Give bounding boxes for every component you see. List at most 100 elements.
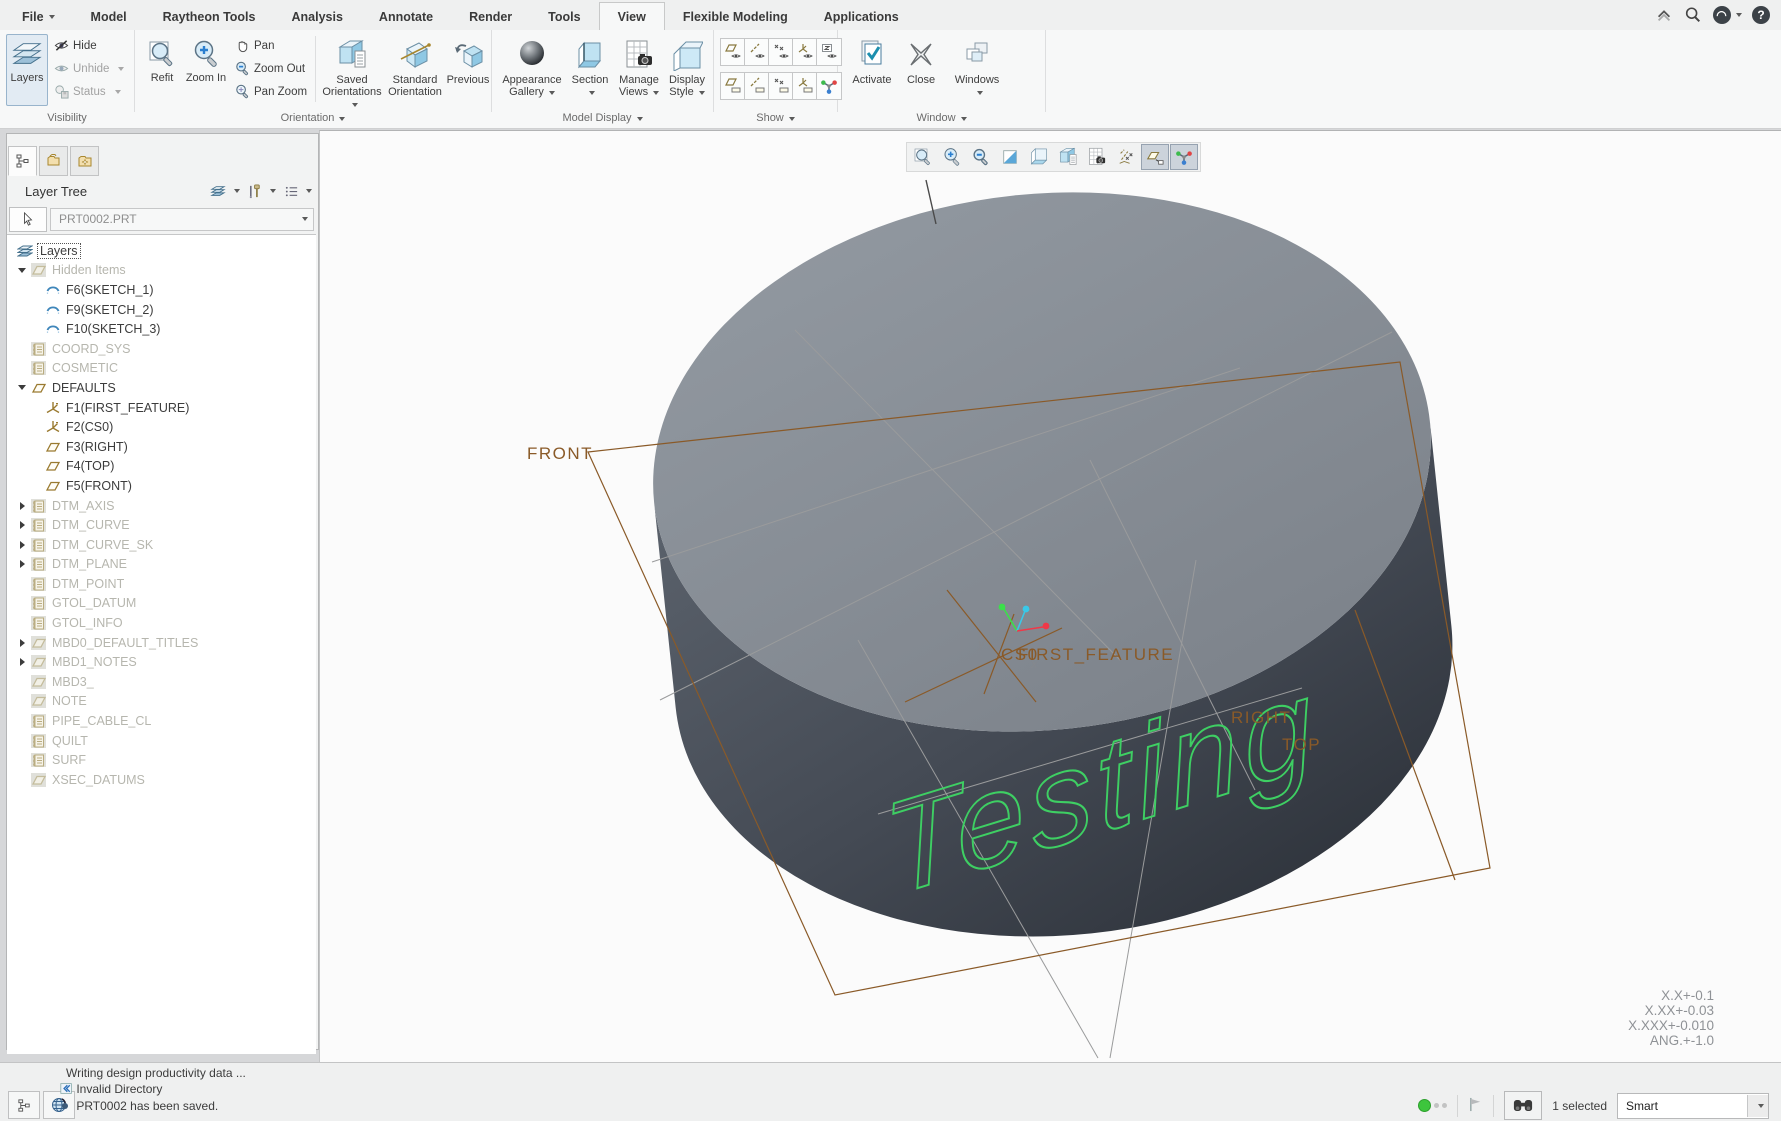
- refit-view-button[interactable]: [909, 144, 937, 170]
- find-button[interactable]: [1504, 1091, 1542, 1120]
- collapse-ribbon-icon[interactable]: [1654, 5, 1674, 25]
- layer-tree-item[interactable]: PIPE_CABLE_CL: [7, 711, 316, 731]
- layer-tree-item[interactable]: F3(RIGHT): [7, 437, 316, 457]
- expand-arrow-icon[interactable]: [15, 658, 29, 666]
- layer-display-menu-button[interactable]: [207, 183, 242, 199]
- layer-tree-item[interactable]: COSMETIC: [7, 359, 316, 379]
- unhide-button[interactable]: Unhide: [54, 61, 124, 76]
- layer-tree-item[interactable]: DTM_CURVE_SK: [7, 535, 316, 555]
- layer-tree-item[interactable]: GTOL_DATUM: [7, 594, 316, 614]
- pan-zoom-button[interactable]: Pan Zoom: [235, 84, 307, 99]
- layer-tree-item[interactable]: F9(SKETCH_2): [7, 300, 316, 320]
- layer-tree-item[interactable]: GTOL_INFO: [7, 613, 316, 633]
- point-tag-display-toggle[interactable]: [768, 72, 794, 100]
- tab-raytheon-tools[interactable]: Raytheon Tools: [145, 4, 274, 30]
- zoom-out-view-button[interactable]: [967, 144, 995, 170]
- selection-filter-combo[interactable]: Smart: [1617, 1093, 1769, 1119]
- appearance-gallery-button[interactable]: Appearance Gallery: [498, 34, 566, 112]
- annotation-display-button[interactable]: [1141, 144, 1169, 170]
- combo-arrow-button[interactable]: [1747, 1095, 1768, 1117]
- top-datum-label[interactable]: TOP: [1282, 735, 1321, 754]
- layer-tools-menu-button[interactable]: [246, 183, 278, 200]
- zoom-in-button[interactable]: Zoom In: [183, 34, 229, 106]
- manage-views-button[interactable]: Manage Views: [614, 34, 664, 112]
- favorites-tab[interactable]: [70, 146, 99, 176]
- collapse-arrow-icon[interactable]: [15, 268, 29, 273]
- layer-tree-item[interactable]: F4(TOP): [7, 457, 316, 477]
- layer-tree-item[interactable]: XSEC_DATUMS: [7, 770, 316, 790]
- layer-tree-item[interactable]: F6(SKETCH_1): [7, 280, 316, 300]
- spin-center-button[interactable]: [1170, 144, 1198, 170]
- windows-button[interactable]: Windows: [950, 34, 1004, 112]
- previous-button[interactable]: Previous: [445, 34, 491, 112]
- layer-tree-item[interactable]: F1(FIRST_FEATURE): [7, 398, 316, 418]
- repaint-button[interactable]: [996, 144, 1024, 170]
- close-button[interactable]: Close: [900, 34, 942, 112]
- front-datum-label[interactable]: FRONT: [527, 444, 593, 463]
- search-icon[interactable]: [1683, 5, 1703, 25]
- standard-orientation-button[interactable]: Standard Orientation: [383, 34, 447, 112]
- help-icon[interactable]: ?: [1751, 5, 1771, 25]
- layers-button[interactable]: Layers: [6, 34, 48, 106]
- datum-display-filters-button[interactable]: [1112, 144, 1140, 170]
- layer-tree-root[interactable]: Layers: [7, 241, 316, 261]
- first-feature-label[interactable]: FIRST_FEATURE: [1018, 645, 1174, 664]
- point-display-toggle[interactable]: [768, 38, 794, 66]
- settings-menu-button[interactable]: [282, 183, 314, 200]
- layer-tree-item[interactable]: COORD_SYS: [7, 339, 316, 359]
- active-model-selector[interactable]: PRT0002.PRT: [50, 208, 314, 231]
- pan-button[interactable]: Pan: [235, 38, 274, 53]
- layer-tree-item[interactable]: DTM_PLANE: [7, 555, 316, 575]
- menu-file-button[interactable]: File: [4, 4, 73, 30]
- zoom-in-view-button[interactable]: [938, 144, 966, 170]
- group-label-window[interactable]: Window: [838, 112, 1045, 124]
- expand-arrow-icon[interactable]: [15, 502, 29, 510]
- section-button[interactable]: Section: [566, 34, 614, 112]
- account-icon[interactable]: ◠: [1712, 5, 1742, 25]
- layer-tree-item[interactable]: DTM_CURVE: [7, 515, 316, 535]
- layer-tree-item[interactable]: SURF: [7, 750, 316, 770]
- csys-display-toggle[interactable]: [792, 38, 818, 66]
- group-label-orientation[interactable]: Orientation: [135, 112, 491, 124]
- axis-tag-display-toggle[interactable]: [744, 72, 770, 100]
- tab-annotate[interactable]: Annotate: [361, 4, 451, 30]
- saved-orientations-view-button[interactable]: [1054, 144, 1082, 170]
- model-tree-toggle-button[interactable]: [8, 1091, 40, 1119]
- layer-tree-item[interactable]: DEFAULTS: [7, 378, 316, 398]
- expand-arrow-icon[interactable]: [15, 541, 29, 549]
- model-tree-tab[interactable]: [8, 146, 37, 176]
- csys-tag-display-toggle[interactable]: [792, 72, 818, 100]
- plane-display-toggle[interactable]: [720, 38, 746, 66]
- tab-tools[interactable]: Tools: [530, 4, 598, 30]
- saved-orientations-button[interactable]: Saved Orientations: [321, 34, 383, 112]
- select-cursor-button[interactable]: [9, 207, 47, 232]
- tab-applications[interactable]: Applications: [806, 4, 917, 30]
- collapse-arrow-icon[interactable]: [15, 385, 29, 390]
- layer-tree-item[interactable]: QUILT: [7, 731, 316, 751]
- group-label-show[interactable]: Show: [714, 112, 837, 124]
- display-style-button[interactable]: Display Style: [664, 34, 710, 112]
- tab-flexible-modeling[interactable]: Flexible Modeling: [665, 4, 806, 30]
- view-manager-button[interactable]: [1083, 144, 1111, 170]
- layer-tree-item[interactable]: NOTE: [7, 692, 316, 712]
- layer-tree-item[interactable]: F2(CS0): [7, 417, 316, 437]
- status-button[interactable]: Status: [54, 84, 121, 99]
- expand-arrow-icon[interactable]: [15, 560, 29, 568]
- layer-tree-item[interactable]: DTM_POINT: [7, 574, 316, 594]
- zoom-out-button[interactable]: Zoom Out: [235, 61, 305, 76]
- layer-tree-item[interactable]: F5(FRONT): [7, 476, 316, 496]
- layer-tree-item[interactable]: MBD3_: [7, 672, 316, 692]
- refit-button[interactable]: Refit: [141, 34, 183, 106]
- display-style-view-button[interactable]: [1025, 144, 1053, 170]
- expand-arrow-icon[interactable]: [15, 521, 29, 529]
- group-label-model-display[interactable]: Model Display: [492, 112, 713, 124]
- layer-tree-item[interactable]: DTM_AXIS: [7, 496, 316, 516]
- flag-icon[interactable]: [1468, 1097, 1483, 1115]
- tab-view[interactable]: View: [599, 2, 665, 30]
- tab-analysis[interactable]: Analysis: [274, 4, 361, 30]
- tab-render[interactable]: Render: [451, 4, 530, 30]
- right-datum-label[interactable]: RIGHT: [1231, 708, 1291, 727]
- layer-tree-item[interactable]: Hidden Items: [7, 261, 316, 281]
- hide-button[interactable]: Hide: [54, 38, 97, 53]
- plane-tag-display-toggle[interactable]: [720, 72, 746, 100]
